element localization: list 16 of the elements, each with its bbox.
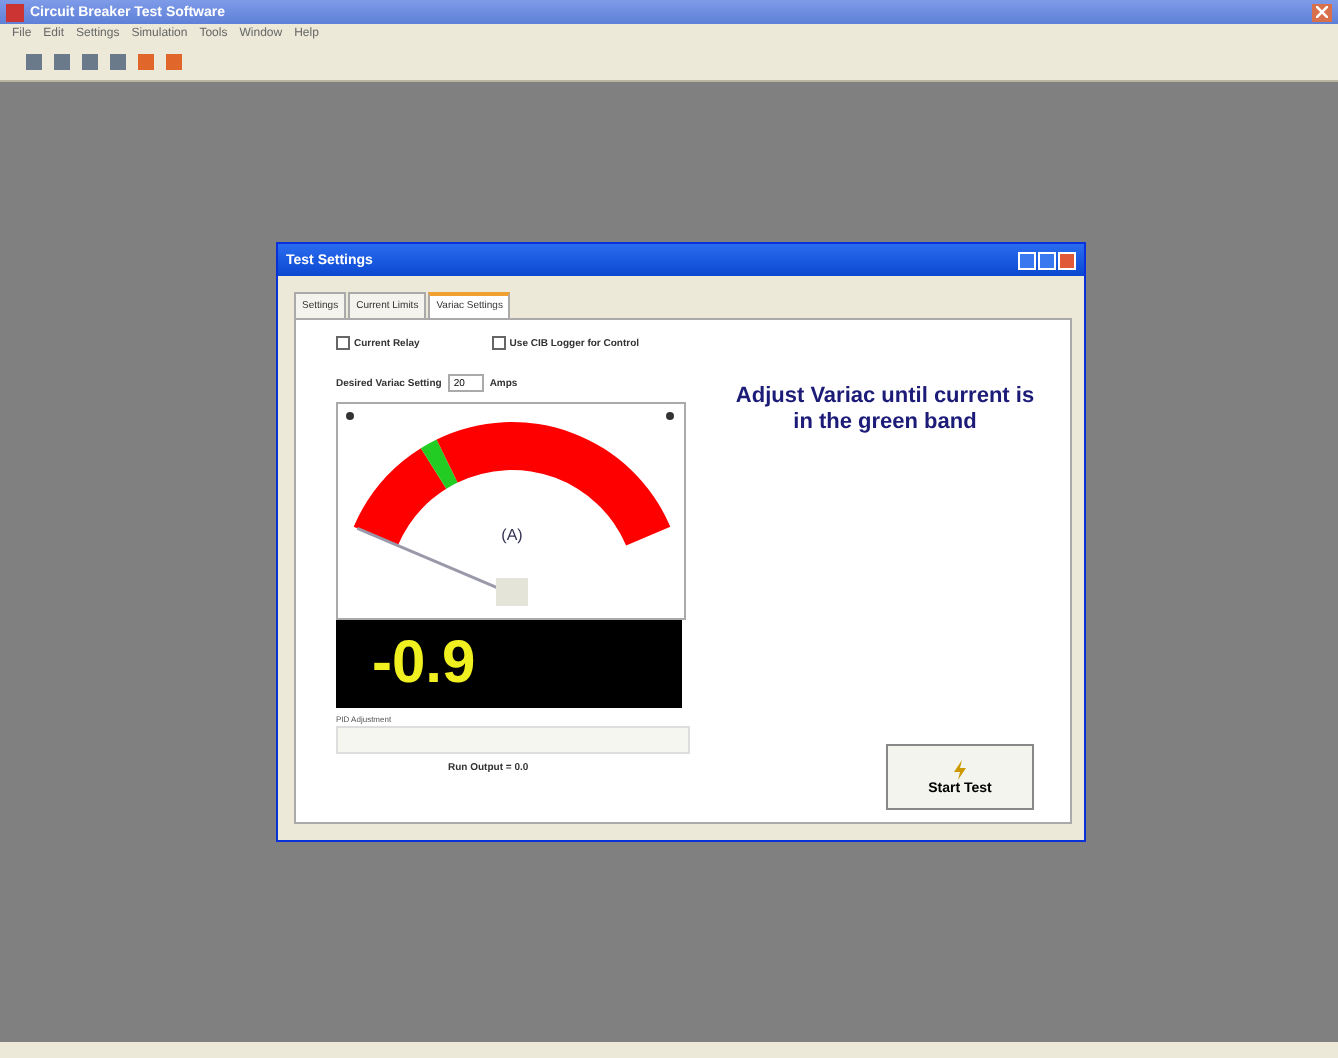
close-icon [1316,6,1328,18]
maximize-button[interactable] [1038,251,1056,269]
screw-icon [346,412,354,420]
checkbox[interactable] [336,336,350,350]
unit-label: (A) [501,526,523,544]
close-button[interactable] [1058,251,1076,269]
checkbox[interactable] [491,336,506,350]
close-button[interactable] [1312,3,1332,21]
minimize-button[interactable] [1018,251,1036,269]
needle-hub [496,578,528,606]
current-reading: -0.9 [372,630,476,698]
slider-track[interactable] [336,726,690,754]
instruction-message: Adjust Variac until current is in the green band [733,384,1037,435]
app-icon [6,3,24,21]
screw-icon [666,412,674,420]
lightning-icon [952,759,968,779]
